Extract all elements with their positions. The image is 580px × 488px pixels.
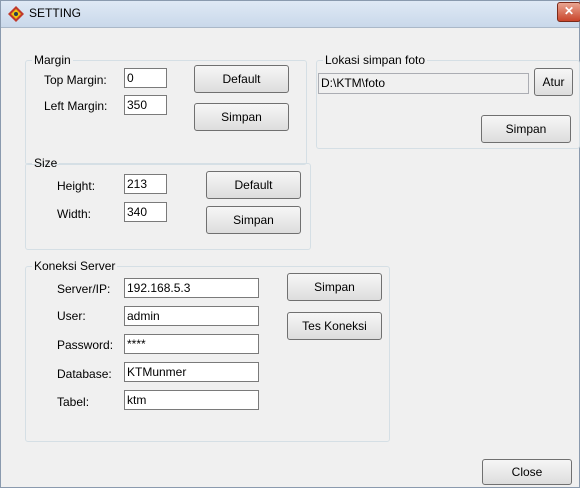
window-close-icon[interactable]: ✕ (557, 2, 580, 22)
app-icon (8, 6, 24, 22)
photo-location-title: Lokasi simpan foto (325, 53, 426, 67)
left-margin-label: Left Margin: (44, 99, 108, 113)
left-margin-field[interactable]: 350 (124, 95, 167, 115)
margin-default-button[interactable]: Default (194, 65, 289, 93)
title-bar: SETTING ✕ (1, 1, 580, 28)
settings-window: SETTING ✕ Margin Top Margin: 0 Left Marg… (0, 0, 580, 488)
photo-path-field[interactable]: D:\KTM\foto (318, 73, 529, 94)
user-field[interactable]: admin (124, 306, 259, 326)
server-ip-label: Server/IP: (57, 282, 111, 296)
password-field[interactable]: **** (124, 334, 259, 354)
height-field[interactable]: 213 (124, 174, 167, 194)
browse-button[interactable]: Atur (534, 68, 573, 96)
margin-save-button[interactable]: Simpan (194, 103, 289, 131)
database-label: Database: (57, 367, 112, 381)
height-label: Height: (57, 179, 96, 193)
server-ip-field[interactable]: 192.168.5.3 (124, 278, 259, 298)
width-field[interactable]: 340 (124, 202, 167, 222)
table-field[interactable]: ktm (124, 390, 259, 410)
size-group-title: Size (34, 156, 58, 170)
photo-save-button[interactable]: Simpan (481, 115, 571, 143)
size-default-button[interactable]: Default (206, 171, 301, 199)
window-title: SETTING (29, 6, 82, 20)
test-connection-button[interactable]: Tes Koneksi (287, 312, 382, 340)
top-margin-field[interactable]: 0 (124, 68, 167, 88)
width-label: Width: (57, 207, 92, 221)
top-margin-label: Top Margin: (44, 73, 107, 87)
database-field[interactable]: KTMunmer (124, 362, 259, 382)
password-label: Password: (57, 338, 114, 352)
margin-group-title: Margin (34, 53, 71, 67)
server-connection-title: Koneksi Server (34, 259, 116, 273)
server-save-button[interactable]: Simpan (287, 273, 382, 301)
table-label: Tabel: (57, 395, 90, 409)
close-button[interactable]: Close (482, 459, 572, 485)
user-label: User: (57, 309, 86, 323)
size-save-button[interactable]: Simpan (206, 206, 301, 234)
dialog-body: Margin Top Margin: 0 Left Margin: 350 De… (10, 28, 580, 486)
